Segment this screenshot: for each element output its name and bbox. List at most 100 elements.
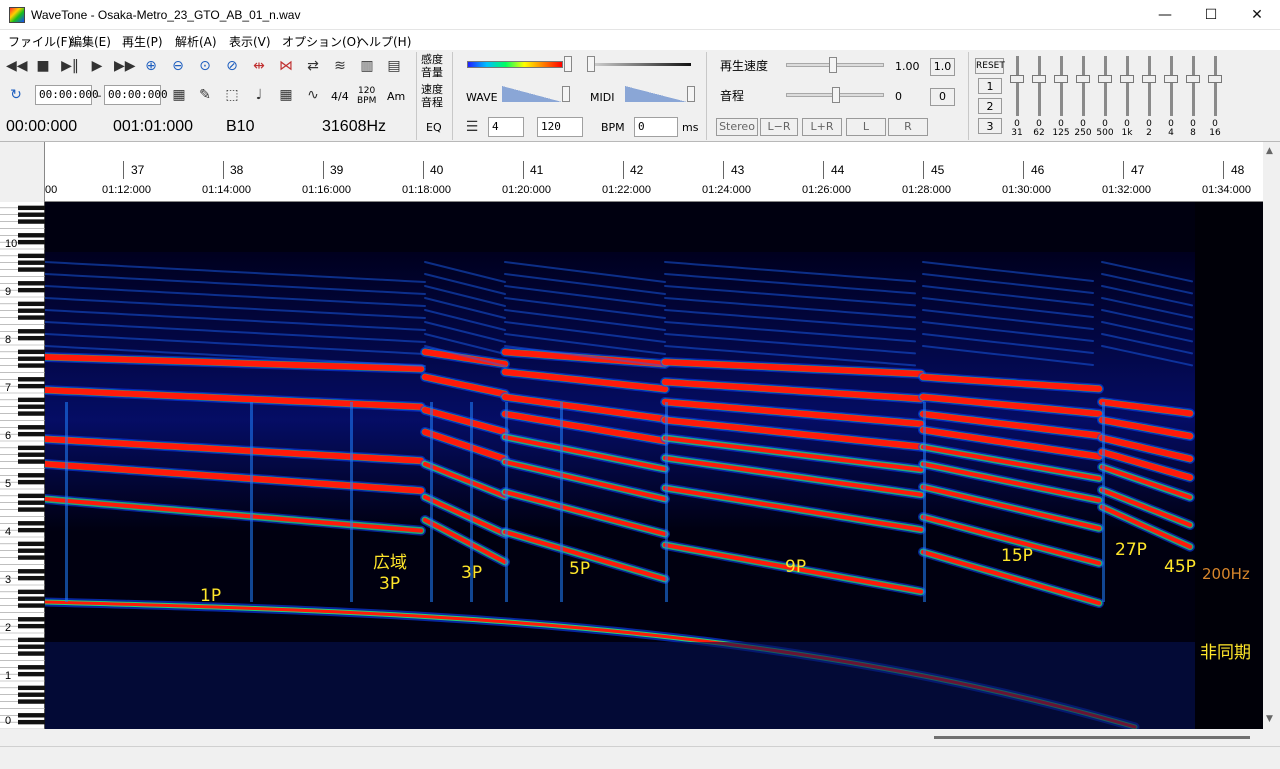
- bar-number: 42: [630, 163, 644, 177]
- swap-icon[interactable]: ⇄: [303, 56, 323, 76]
- l-plus-r-button[interactable]: L+R: [802, 118, 842, 136]
- loop-icon[interactable]: ↻: [6, 85, 26, 105]
- spectrogram-view[interactable]: 1P 広域 3P 3P 5P 9P 15P 27P 45P 200Hz 非同期: [40, 202, 1263, 732]
- piano-keyboard[interactable]: 10 9 8 7 6 5 4 3 2 1 0: [0, 202, 45, 730]
- play-pause-icon[interactable]: ▶‖: [60, 56, 80, 76]
- octave-label: 10: [5, 238, 18, 250]
- zoom-fit-icon[interactable]: ⊙: [195, 56, 215, 76]
- measure-readout: 001:01:000: [113, 118, 194, 135]
- range-dash: –: [96, 89, 102, 102]
- zoom-out-icon[interactable]: ⊖: [168, 56, 188, 76]
- note-icon[interactable]: ♩: [249, 85, 269, 105]
- volume-track: [587, 63, 691, 66]
- wave-label: WAVE: [466, 91, 498, 104]
- bar-number: 47: [1131, 163, 1145, 177]
- contract-icon[interactable]: ⋈: [276, 56, 296, 76]
- spectrum-icon[interactable]: ▥: [357, 56, 377, 76]
- rewind-icon[interactable]: ◀◀: [6, 56, 28, 76]
- menu-play[interactable]: 再生(P): [122, 33, 163, 50]
- status-bar: [0, 746, 1280, 769]
- octave-label: 9: [5, 286, 12, 298]
- zoom-in-icon[interactable]: ⊕: [141, 56, 161, 76]
- piano-keys[interactable]: [0, 202, 45, 730]
- volume-thumb[interactable]: [587, 56, 595, 72]
- sensitivity-label: 感度: [421, 53, 443, 66]
- pitch-reset-button[interactable]: 0: [930, 88, 955, 106]
- bar-number: 40: [430, 163, 444, 177]
- sensitivity-thumb[interactable]: [564, 56, 572, 72]
- pen-icon[interactable]: ✎: [195, 85, 215, 105]
- horizontal-scroll-thumb[interactable]: [934, 736, 1250, 739]
- octave-label: 6: [5, 430, 12, 442]
- wave-volume-thumb[interactable]: [562, 86, 570, 102]
- annotation-3p: 3P: [461, 563, 483, 583]
- right-button[interactable]: R: [888, 118, 928, 136]
- menu-options[interactable]: オプション(O): [282, 33, 361, 50]
- separator: [452, 52, 453, 140]
- menu-file[interactable]: ファイル(F): [8, 33, 72, 50]
- stereo-button[interactable]: Stereo: [716, 118, 758, 136]
- menu-edit[interactable]: 編集(E): [70, 33, 111, 50]
- annotation-15p: 15P: [1001, 546, 1033, 566]
- menu-help[interactable]: ヘルプ(H): [357, 33, 411, 50]
- offset-field[interactable]: 0: [634, 117, 678, 137]
- octave-label: 7: [5, 382, 12, 394]
- annotation-200hz: 200Hz: [1202, 565, 1250, 583]
- select-icon[interactable]: ⬚: [222, 85, 242, 105]
- zoom-reset-icon[interactable]: ⊘: [222, 56, 242, 76]
- time-label: 01:16:000: [302, 184, 351, 196]
- position-readout: 00:00:000: [6, 118, 78, 135]
- stop-icon[interactable]: ■: [33, 56, 53, 76]
- range-end-field[interactable]: 00:00:000: [104, 85, 168, 105]
- pitch-thumb[interactable]: [832, 87, 840, 103]
- wave-icon[interactable]: ≋: [330, 56, 350, 76]
- l-minus-r-button[interactable]: L−R: [760, 118, 798, 136]
- eq-reset-button[interactable]: RESET: [975, 58, 1005, 74]
- eq-preset-2[interactable]: 2: [978, 98, 1002, 114]
- spectrogram-canvas[interactable]: [40, 202, 1263, 732]
- time-signature[interactable]: 4/4: [331, 91, 349, 102]
- octave-label: 0: [5, 715, 12, 727]
- frequency-readout: 31608Hz: [322, 118, 387, 135]
- toolbar: ◀◀ ■ ▶‖ ▶ ▶▶ ⊕ ⊖ ⊙ ⊘ ⇹ ⋈ ⇄ ≋ ▥ ▤ ↻ 00:00…: [0, 50, 1280, 142]
- annotation-5p: 5P: [569, 559, 591, 579]
- time-label: 01:14:000: [202, 184, 251, 196]
- eq-preset-3[interactable]: 3: [978, 118, 1002, 134]
- list-icon[interactable]: ☰: [462, 117, 482, 137]
- play-icon[interactable]: ▶: [87, 56, 107, 76]
- curve-icon[interactable]: ∿: [303, 85, 323, 105]
- range-start-field[interactable]: 00:00:000: [35, 85, 99, 105]
- octave-label: 5: [5, 478, 12, 490]
- bpm-tool-label[interactable]: BPM: [357, 96, 376, 107]
- close-button[interactable]: ✕: [1234, 0, 1280, 30]
- expand-icon[interactable]: ⇹: [249, 56, 269, 76]
- beat-field[interactable]: 4: [488, 117, 524, 137]
- left-button[interactable]: L: [846, 118, 886, 136]
- fast-forward-icon[interactable]: ▶▶: [114, 56, 136, 76]
- notes-icon[interactable]: ▤: [384, 56, 404, 76]
- time-label: 01:18:000: [402, 184, 451, 196]
- eq-label: EQ: [426, 121, 442, 134]
- minimize-button[interactable]: —: [1142, 0, 1188, 30]
- maximize-button[interactable]: ☐: [1188, 0, 1234, 30]
- midi-volume-thumb[interactable]: [687, 86, 695, 102]
- grid-icon[interactable]: ▦: [169, 85, 189, 105]
- bpm-field[interactable]: 120: [537, 117, 583, 137]
- speed-reset-button[interactable]: 1.0: [930, 58, 955, 76]
- table-icon[interactable]: ▦: [276, 85, 296, 105]
- bar-number: 45: [931, 163, 945, 177]
- octave-label: 1: [5, 670, 12, 682]
- bar-number: 37: [131, 163, 145, 177]
- menu-view[interactable]: 表示(V): [229, 33, 271, 50]
- timeline-ruler[interactable]: 37 38 39 40 41 42 43 44 45 46 47 48 00 0…: [45, 142, 1263, 202]
- menu-analyze[interactable]: 解析(A): [175, 33, 217, 50]
- time-label: 01:28:000: [902, 184, 951, 196]
- note-readout: B10: [226, 118, 255, 135]
- vertical-scrollbar[interactable]: ▲ ▼: [1263, 142, 1280, 729]
- playback-speed-thumb[interactable]: [829, 57, 837, 73]
- eq-preset-1[interactable]: 1: [978, 78, 1002, 94]
- bar-number: 48: [1231, 163, 1245, 177]
- time-label: 01:20:000: [502, 184, 551, 196]
- time-label: 01:34:000: [1202, 184, 1251, 196]
- key-tool[interactable]: Am: [387, 91, 405, 102]
